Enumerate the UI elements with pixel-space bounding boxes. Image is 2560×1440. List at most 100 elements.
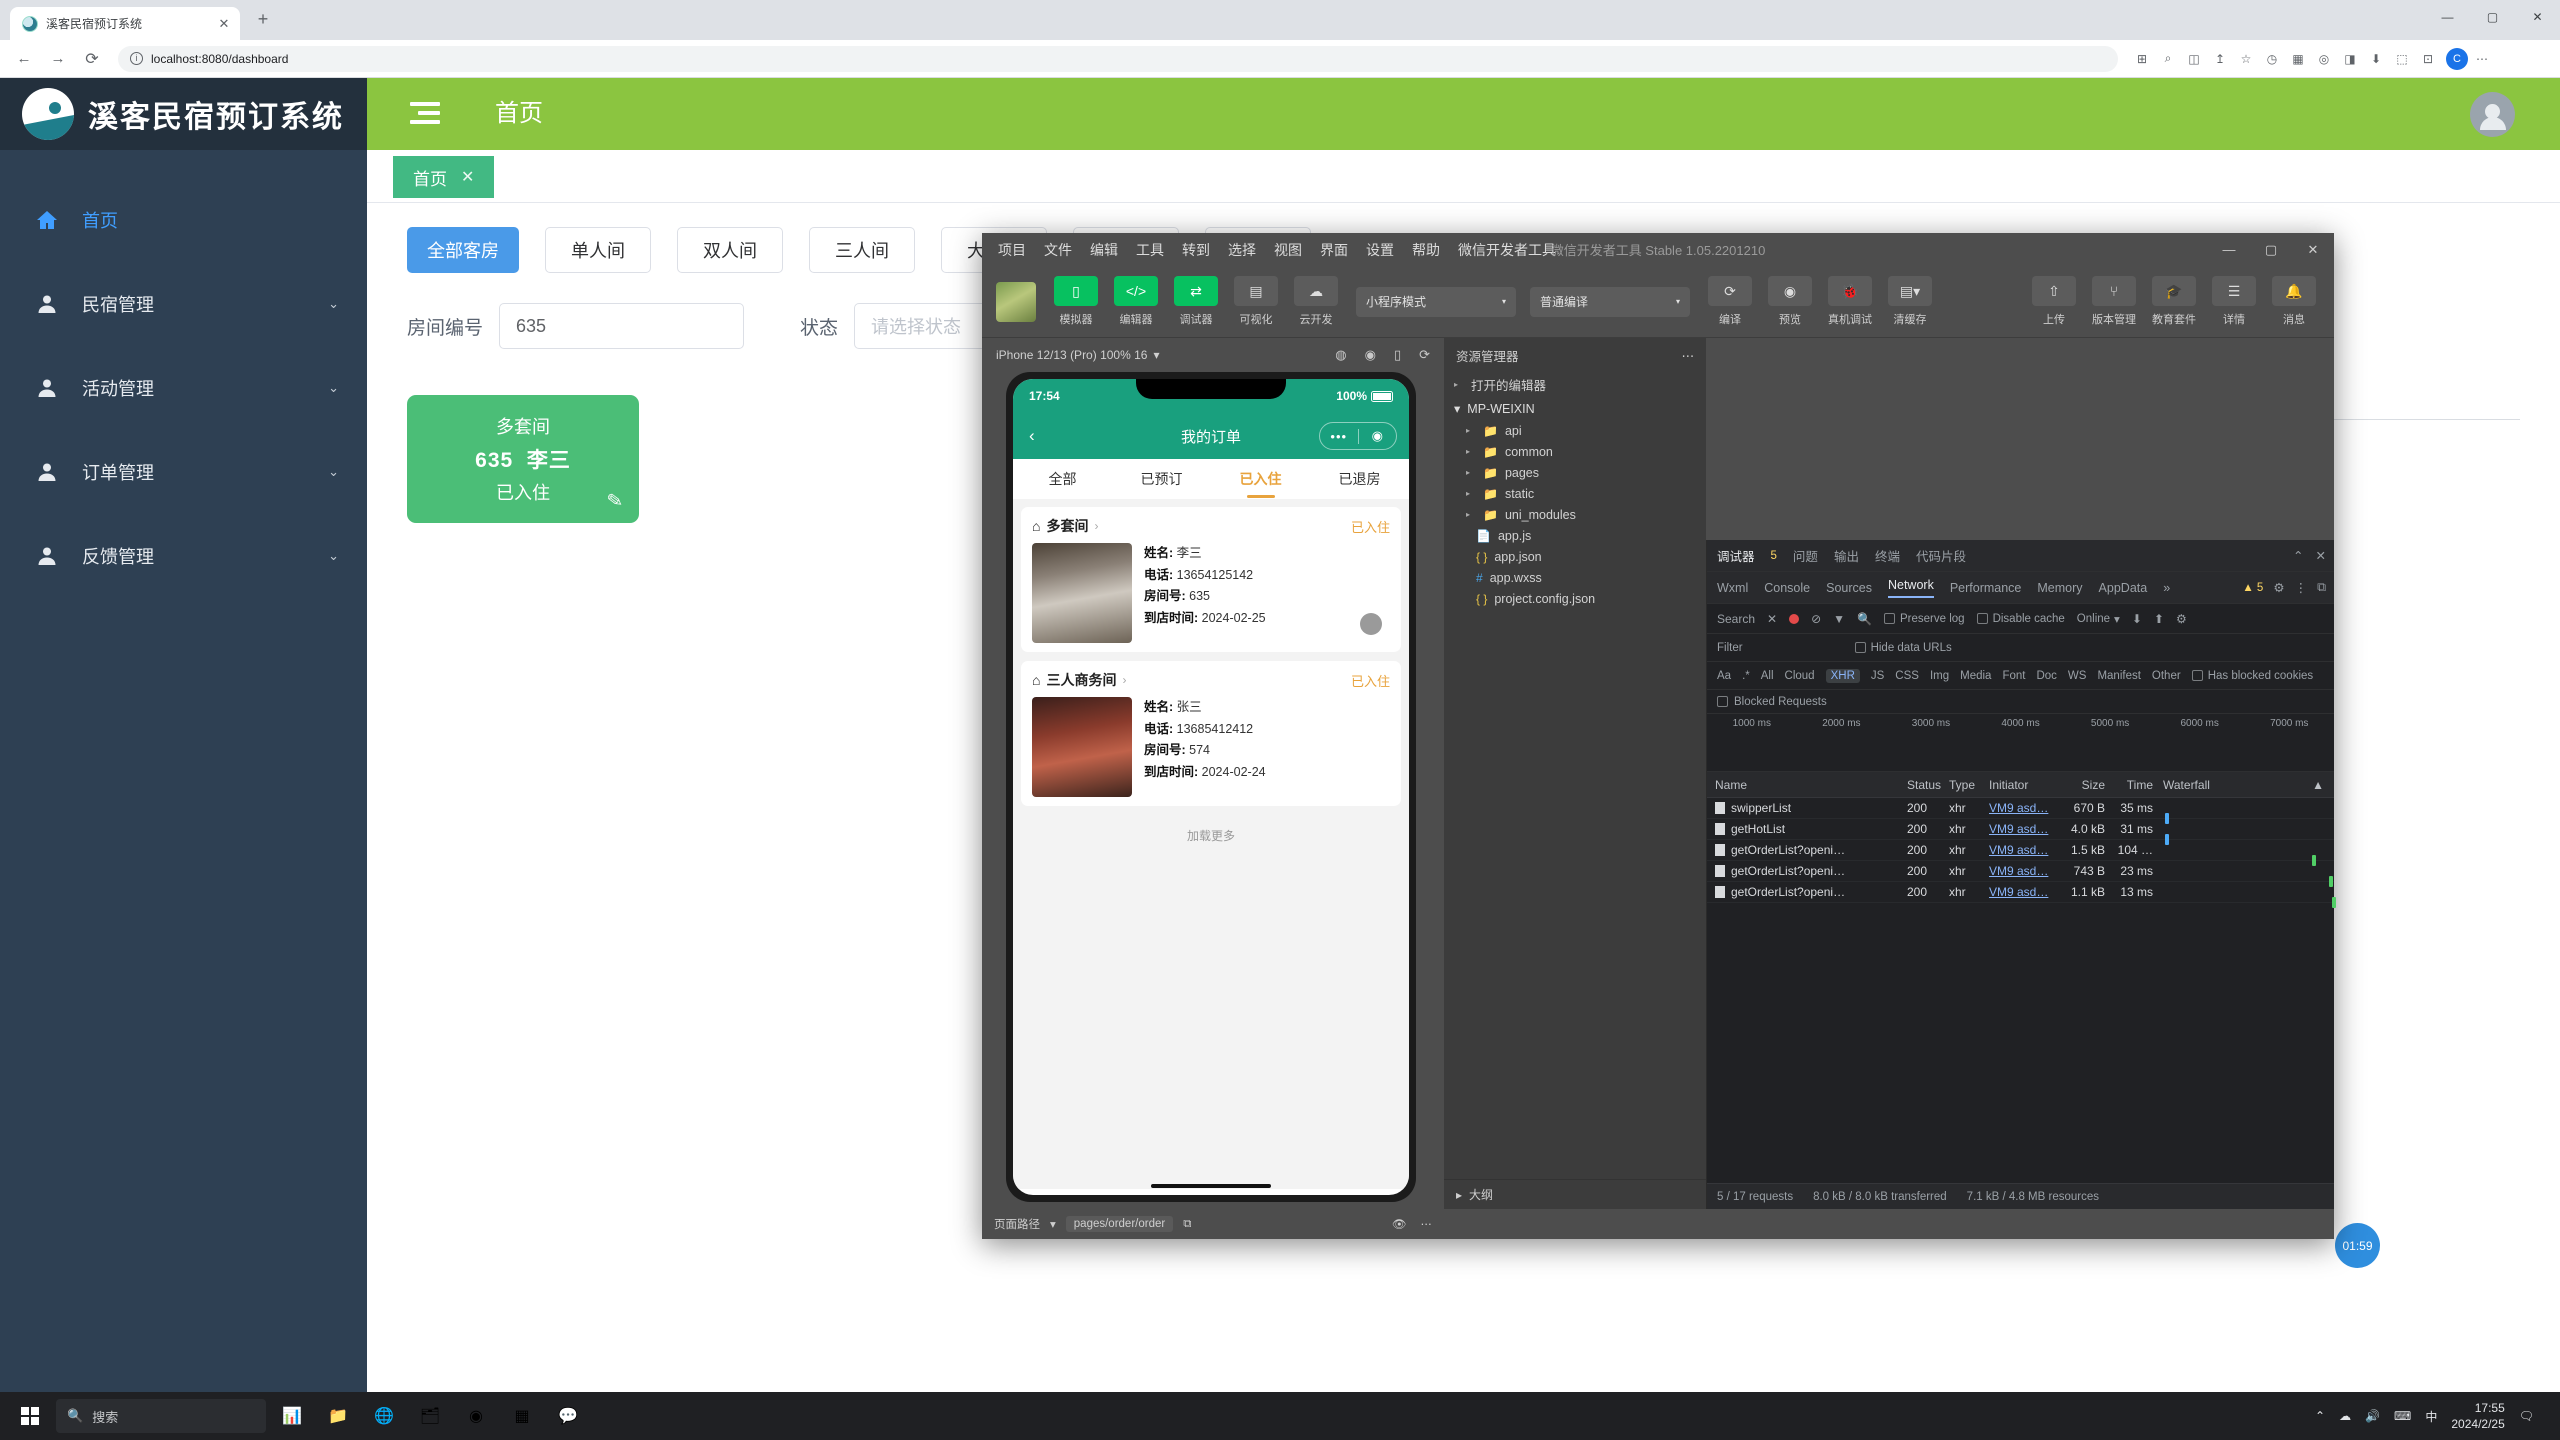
reader-icon[interactable]: ◫ <box>2182 47 2206 71</box>
type-other[interactable]: Other <box>2152 670 2181 682</box>
taskbar-app-browser[interactable]: 🌐 <box>364 1396 404 1436</box>
refresh-icon[interactable]: ⟳ <box>1419 347 1430 363</box>
toolbar-debugger[interactable]: ⇄ 调试器 <box>1170 276 1222 327</box>
address-bar[interactable]: i localhost:8080/dashboard <box>118 45 2118 72</box>
chip-all-rooms[interactable]: 全部客房 <box>407 227 519 273</box>
translate-icon[interactable]: ⊞ <box>2130 47 2154 71</box>
more-dots-icon[interactable]: ⋮ <box>2295 580 2308 595</box>
explorer-folder[interactable]: ▸ 📁 uni_modules <box>1444 504 1706 525</box>
dock-tab-snippets[interactable]: 代码片段 <box>1916 546 1966 565</box>
table-row[interactable]: getOrderList?openi… 200 xhr VM9 asd… 1.5… <box>1707 840 2334 866</box>
bookmark-star-icon[interactable]: ☆ <box>2234 47 2258 71</box>
chevron-right-icon[interactable]: › <box>1094 519 1098 533</box>
menu-edit[interactable]: 编辑 <box>1090 240 1118 260</box>
maximize-icon[interactable]: ▢ <box>2250 233 2292 266</box>
sidebar-item-feedback[interactable]: 反馈管理 ⌄ <box>0 514 367 598</box>
hide-data-urls-checkbox[interactable]: Hide data URLs <box>1854 642 1952 654</box>
search-icon[interactable]: 🔍 <box>1857 612 1872 626</box>
forward-icon[interactable]: → <box>44 45 72 73</box>
chip-single-room[interactable]: 单人间 <box>545 227 651 273</box>
taskbar-app-office[interactable]: ▦ <box>502 1396 542 1436</box>
dock-tab-terminal[interactable]: 终端 <box>1875 546 1900 565</box>
more-menu-icon[interactable]: ⋯ <box>2470 47 2494 71</box>
type-media[interactable]: Media <box>1960 670 1991 682</box>
request-initiator[interactable]: VM9 asd… <box>1989 822 2061 836</box>
compile-select[interactable]: 普通编译 ▾ <box>1530 286 1690 317</box>
dock-position-icon[interactable]: ⧉ <box>2317 580 2326 595</box>
close-icon[interactable]: ✕ <box>1767 612 1777 626</box>
type-all[interactable]: All <box>1761 670 1774 682</box>
hamburger-menu-icon[interactable] <box>410 102 440 126</box>
menu-tools[interactable]: 工具 <box>1136 240 1164 260</box>
menu-settings[interactable]: 设置 <box>1366 240 1394 260</box>
chevron-right-icon[interactable]: ▸ <box>1466 468 1476 477</box>
clear-icon[interactable]: ⊘ <box>1811 612 1821 626</box>
taskbar-app-wechat-devtools[interactable]: ◉ <box>456 1396 496 1436</box>
panel-tab-network[interactable]: Network <box>1887 578 1934 598</box>
back-icon[interactable]: ‹ <box>1029 426 1035 446</box>
order-card[interactable]: ⌂ 多套间 › 已入住 姓名: 李三 电话: 13654125142 房间号: <box>1021 507 1401 652</box>
request-initiator[interactable]: VM9 asd… <box>1989 864 2061 878</box>
menu-interface[interactable]: 界面 <box>1320 240 1348 260</box>
phone-tab-checkedin[interactable]: 已入住 <box>1211 459 1310 499</box>
back-icon[interactable]: ← <box>10 45 38 73</box>
keyboard-icon[interactable]: ⌨ <box>2394 1409 2411 1423</box>
sidebar-item-order[interactable]: 订单管理 ⌄ <box>0 430 367 514</box>
sidebar-item-homestay[interactable]: 民宿管理 ⌄ <box>0 262 367 346</box>
menu-file[interactable]: 文件 <box>1044 240 1072 260</box>
regex-icon[interactable]: .* <box>1742 670 1750 682</box>
checkbox[interactable] <box>1717 696 1728 707</box>
toolbar-upload[interactable]: ⇧ 上传 <box>2028 276 2080 327</box>
split-screen-icon[interactable]: ◨ <box>2338 47 2362 71</box>
type-xhr[interactable]: XHR <box>1825 668 1860 683</box>
chevron-right-icon[interactable]: ▸ <box>1456 1188 1462 1202</box>
edit-pencil-icon[interactable]: ✎ <box>606 489 625 514</box>
start-button[interactable] <box>10 1396 50 1436</box>
tab-home[interactable]: 首页 ✕ <box>393 156 495 198</box>
type-cloud[interactable]: Cloud <box>1785 670 1815 682</box>
room-card[interactable]: 多套间 635 李三 已入住 ✎ <box>407 395 639 523</box>
throttling-select[interactable]: Online ▾ <box>2077 612 2120 626</box>
disable-cache-checkbox[interactable]: Disable cache <box>1976 613 2065 625</box>
sidebar-item-home[interactable]: 首页 <box>0 178 367 262</box>
dock-tab-problems[interactable]: 问题 <box>1793 546 1818 565</box>
panel-tab-console[interactable]: Console <box>1764 581 1810 595</box>
floating-timer-badge[interactable]: 01:59 <box>2335 1223 2380 1268</box>
chevron-right-icon[interactable]: › <box>1122 673 1126 687</box>
sidebar-icon[interactable]: ⬚ <box>2390 47 2414 71</box>
maximize-icon[interactable]: ▢ <box>2470 0 2515 34</box>
avatar[interactable] <box>2470 92 2515 137</box>
panel-tab-wxml[interactable]: Wxml <box>1717 581 1748 595</box>
explorer-file[interactable]: # app.wxss <box>1444 567 1706 588</box>
wechat-capsule[interactable]: ••• ◉ <box>1319 422 1397 450</box>
more-dots-icon[interactable]: ••• <box>1320 429 1358 444</box>
taskbar-app-explorer[interactable]: 📁 <box>318 1396 358 1436</box>
panel-tab-appdata[interactable]: AppData <box>2099 581 2148 595</box>
rotate-icon[interactable]: ◍ <box>1335 347 1346 363</box>
order-card[interactable]: ⌂ 三人商务间 › 已入住 姓名: 张三 电话: 13685412412 房间号… <box>1021 661 1401 806</box>
load-more-button[interactable]: 加载更多 <box>1021 815 1401 844</box>
profile-avatar[interactable]: C <box>2446 47 2468 70</box>
toolbar-cloud[interactable]: ☁ 云开发 <box>1290 276 1342 327</box>
menu-wechat-devtools[interactable]: 微信开发者工具 <box>1458 240 1556 260</box>
taskbar-search[interactable]: 🔍 搜索 <box>56 1399 266 1433</box>
request-initiator[interactable]: VM9 asd… <box>1989 801 2061 815</box>
tray-expand-icon[interactable]: ⌃ <box>2315 1409 2325 1423</box>
panel-tab-memory[interactable]: Memory <box>2037 581 2082 595</box>
panel-tab-performance[interactable]: Performance <box>1950 581 2022 595</box>
has-blocked-cookies-checkbox[interactable]: Has blocked cookies <box>2191 670 2313 682</box>
downloads-icon[interactable]: ⬇ <box>2364 47 2388 71</box>
menu-goto[interactable]: 转到 <box>1182 240 1210 260</box>
search-icon[interactable]: ⌕ <box>2156 47 2180 71</box>
col-status[interactable]: Status <box>1907 778 1949 792</box>
menu-select[interactable]: 选择 <box>1228 240 1256 260</box>
explorer-project-root[interactable]: ▾ MP-WEIXIN <box>1444 397 1706 420</box>
sidebar-item-activity[interactable]: 活动管理 ⌄ <box>0 346 367 430</box>
copy-icon[interactable]: ⧉ <box>1183 1218 1191 1231</box>
close-icon[interactable]: ✕ <box>461 167 474 187</box>
col-time[interactable]: Time <box>2113 778 2163 792</box>
toolbar-version[interactable]: ⑂ 版本管理 <box>2088 276 2140 327</box>
import-har-icon[interactable]: ⬇ <box>2132 612 2142 626</box>
checkbox[interactable] <box>1976 613 1988 624</box>
checkbox[interactable] <box>1884 613 1895 624</box>
